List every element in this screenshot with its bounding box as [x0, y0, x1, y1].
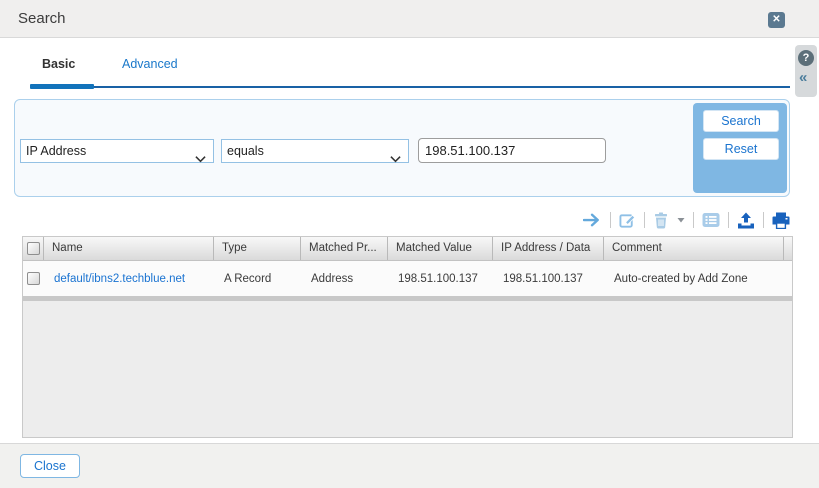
- toolbar-separator: [610, 212, 611, 228]
- print-icon[interactable]: [772, 212, 790, 229]
- help-icon[interactable]: ?: [798, 50, 814, 66]
- search-field-value: IP Address: [26, 144, 86, 158]
- toolbar-separator: [693, 212, 694, 228]
- search-actions-panel: Search Reset: [693, 103, 787, 193]
- toolbar-separator: [728, 212, 729, 228]
- go-to-arrow-icon[interactable]: [583, 213, 602, 227]
- results-toolbar: [583, 206, 790, 234]
- tab-divider-line: [94, 86, 790, 88]
- row-ip-address-data-cell: 198.51.100.137: [493, 273, 604, 285]
- select-all-checkbox[interactable]: [27, 242, 40, 255]
- row-select-cell: [23, 272, 44, 285]
- chevron-down-icon: [390, 148, 401, 170]
- row-checkbox[interactable]: [27, 272, 40, 285]
- record-name-link[interactable]: default/ibns2.techblue.net: [54, 273, 185, 285]
- close-button[interactable]: Close: [20, 454, 80, 478]
- chevron-down-icon: [195, 148, 206, 170]
- results-table: Name Type Matched Pr... Matched Value IP…: [22, 236, 793, 438]
- search-dialog: Search ✕ Basic Advanced ? « IP Address e…: [0, 0, 819, 488]
- tab-advanced[interactable]: Advanced: [122, 57, 178, 71]
- search-button[interactable]: Search: [703, 110, 779, 132]
- export-icon[interactable]: [737, 212, 755, 229]
- column-header-spacer: [784, 237, 792, 260]
- dialog-title: Search: [18, 0, 66, 38]
- tab-basic[interactable]: Basic: [42, 57, 75, 71]
- delete-icon[interactable]: [653, 212, 669, 229]
- table-header-row: Name Type Matched Pr... Matched Value IP…: [23, 237, 792, 261]
- table-row[interactable]: default/ibns2.techblue.net A Record Addr…: [23, 261, 792, 296]
- dialog-close-icon[interactable]: ✕: [768, 12, 785, 28]
- collapse-panel-icon[interactable]: «: [799, 69, 807, 86]
- toolbar-separator: [763, 212, 764, 228]
- select-all-cell: [23, 237, 44, 260]
- grid-bottom-shadow: [23, 296, 792, 301]
- row-comment-cell: Auto-created by Add Zone: [604, 273, 784, 285]
- active-tab-indicator: [30, 84, 94, 89]
- row-name-cell: default/ibns2.techblue.net: [44, 273, 214, 285]
- column-header-name[interactable]: Name: [44, 237, 214, 260]
- reset-button[interactable]: Reset: [703, 138, 779, 160]
- column-header-comment[interactable]: Comment: [604, 237, 784, 260]
- help-panel: ? «: [795, 45, 817, 97]
- search-operator-value: equals: [227, 144, 264, 158]
- column-header-type[interactable]: Type: [214, 237, 301, 260]
- dialog-titlebar: Search ✕: [0, 0, 819, 38]
- search-form-panel: IP Address equals Search Reset: [14, 99, 790, 197]
- column-header-matched-value[interactable]: Matched Value: [388, 237, 493, 260]
- row-matched-value-cell: 198.51.100.137: [388, 273, 493, 285]
- column-header-ip-address-data[interactable]: IP Address / Data: [493, 237, 604, 260]
- delete-dropdown-icon[interactable]: [677, 217, 685, 223]
- row-matched-property-cell: Address: [301, 273, 388, 285]
- toolbar-separator: [644, 212, 645, 228]
- dialog-footer: Close: [0, 443, 819, 488]
- column-header-matched-property[interactable]: Matched Pr...: [301, 237, 388, 260]
- table-view-icon[interactable]: [702, 212, 720, 228]
- search-field-select[interactable]: IP Address: [20, 139, 214, 163]
- search-operator-select[interactable]: equals: [221, 139, 409, 163]
- row-type-cell: A Record: [214, 273, 301, 285]
- search-value-input[interactable]: [418, 138, 606, 163]
- edit-icon[interactable]: [619, 212, 636, 229]
